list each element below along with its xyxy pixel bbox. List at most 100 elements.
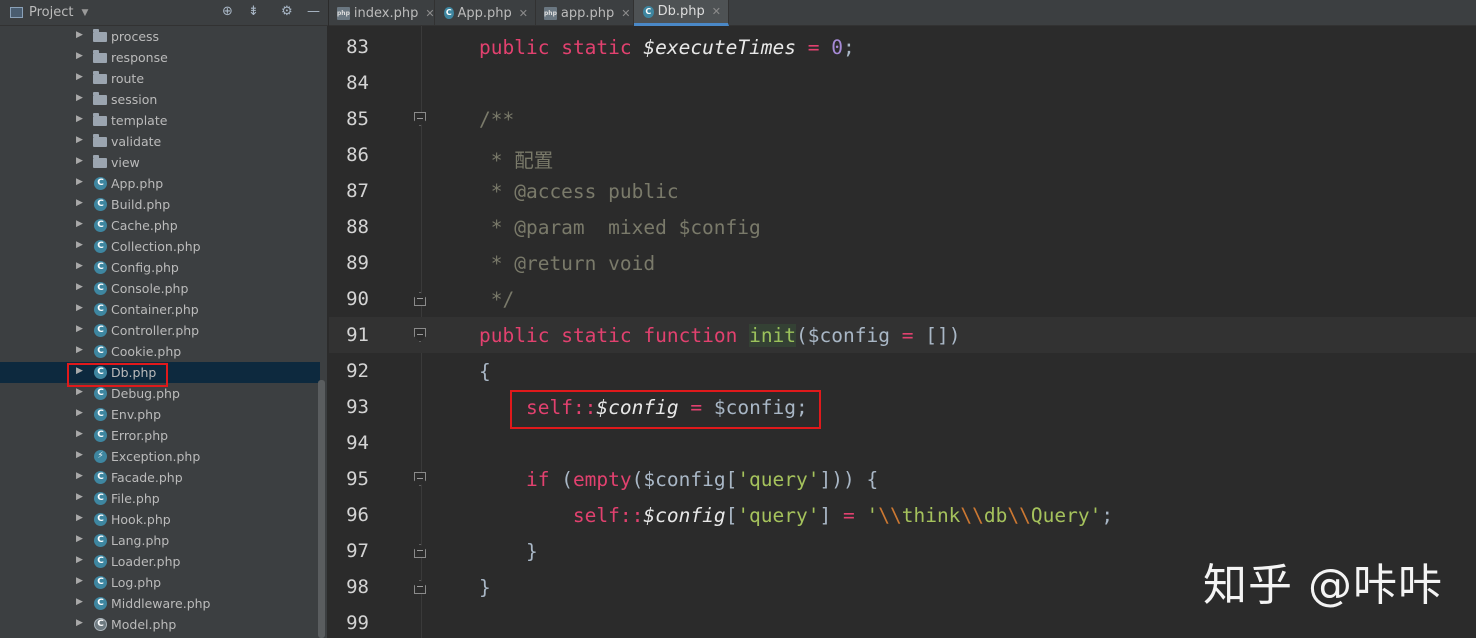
tree-file-item[interactable]: ▶ C File.php — [0, 488, 320, 509]
code-line[interactable]: 86 * 配置 — [329, 137, 1476, 173]
expand-arrow-icon[interactable]: ▶ — [76, 513, 83, 523]
tree-item-label: Exception.php — [111, 449, 201, 464]
expand-arrow-icon[interactable]: ▶ — [76, 198, 83, 208]
tree-folder-item[interactable]: ▶ validate — [0, 131, 320, 152]
code-line[interactable]: 95 if (empty($config['query'])) { — [329, 461, 1476, 497]
line-number: 89 — [346, 252, 369, 274]
tree-folder-item[interactable]: ▶ process — [0, 26, 320, 47]
expand-arrow-icon[interactable]: ▶ — [76, 324, 83, 334]
tree-file-item[interactable]: ▶ C Controller.php — [0, 320, 320, 341]
expand-arrow-icon[interactable]: ▶ — [76, 366, 83, 376]
expand-arrow-icon[interactable]: ▶ — [76, 597, 83, 607]
code-line[interactable]: 92 { — [329, 353, 1476, 389]
expand-arrow-icon[interactable]: ▶ — [76, 618, 83, 628]
tree-file-item[interactable]: ▶ C Container.php — [0, 299, 320, 320]
expand-arrow-icon[interactable]: ▶ — [76, 93, 83, 103]
tree-file-item[interactable]: ▶ C App.php — [0, 173, 320, 194]
expand-arrow-icon[interactable]: ▶ — [76, 30, 83, 40]
expand-arrow-icon[interactable]: ▶ — [76, 240, 83, 250]
line-number: 92 — [346, 360, 369, 382]
tree-file-item[interactable]: ▶ C Build.php — [0, 194, 320, 215]
code-line[interactable]: 94 — [329, 425, 1476, 461]
code-line[interactable]: 93 self::$config = $config; — [329, 389, 1476, 425]
tree-file-item[interactable]: ▶ C Collection.php — [0, 236, 320, 257]
code-text: } — [479, 576, 491, 599]
expand-arrow-icon[interactable]: ▶ — [76, 387, 83, 397]
tree-file-item[interactable]: ▶ C Debug.php — [0, 383, 320, 404]
collapse-icon[interactable]: ⇟ — [248, 4, 259, 19]
code-line[interactable]: 89 * @return void — [329, 245, 1476, 281]
editor-tab[interactable]: C App.php ✕ — [435, 0, 536, 26]
code-text: if (empty($config['query'])) { — [525, 468, 879, 491]
tree-folder-item[interactable]: ▶ route — [0, 68, 320, 89]
tree-file-item[interactable]: ▶ C Facade.php — [0, 467, 320, 488]
tree-folder-item[interactable]: ▶ session — [0, 89, 320, 110]
expand-arrow-icon[interactable]: ▶ — [76, 429, 83, 439]
tree-file-item[interactable]: ▶ C Middleware.php — [0, 593, 320, 614]
tree-file-item[interactable]: ▶ C Config.php — [0, 257, 320, 278]
expand-arrow-icon[interactable]: ▶ — [76, 450, 83, 460]
project-title: Project — [29, 5, 74, 20]
tree-file-item[interactable]: ▶ C Db.php — [0, 362, 320, 383]
code-line[interactable]: 96 self::$config['query'] = '\\think\\db… — [329, 497, 1476, 533]
code-line[interactable]: 90 */ — [329, 281, 1476, 317]
code-line[interactable]: 84 — [329, 65, 1476, 101]
project-view-selector[interactable]: Project ▼ — [10, 5, 88, 20]
tree-item-label: view — [111, 155, 140, 170]
minimize-icon[interactable]: — — [307, 4, 320, 19]
target-icon[interactable]: ⊕ — [222, 4, 233, 19]
expand-arrow-icon[interactable]: ▶ — [76, 492, 83, 502]
tree-file-item[interactable]: ▶ C Log.php — [0, 572, 320, 593]
editor-tab[interactable]: php app.php ✕ — [536, 0, 634, 26]
expand-arrow-icon[interactable]: ▶ — [76, 345, 83, 355]
expand-arrow-icon[interactable]: ▶ — [76, 72, 83, 82]
close-icon[interactable]: ✕ — [519, 7, 528, 20]
tree-file-item[interactable]: ▶ ⚡ Exception.php — [0, 446, 320, 467]
folder-icon — [93, 29, 107, 42]
code-editor[interactable]: 83 public static $executeTimes = 0; 84 85 /*… — [329, 26, 1476, 638]
tree-file-item[interactable]: ▶ C Loader.php — [0, 551, 320, 572]
tree-file-item[interactable]: ▶ C Hook.php — [0, 509, 320, 530]
expand-arrow-icon[interactable]: ▶ — [76, 408, 83, 418]
expand-arrow-icon[interactable]: ▶ — [76, 282, 83, 292]
class-icon: C — [94, 177, 107, 190]
editor-tab[interactable]: php index.php ✕ — [329, 0, 435, 26]
code-line[interactable]: 87 * @access public — [329, 173, 1476, 209]
tree-item-label: Config.php — [111, 260, 179, 275]
code-line[interactable]: 85 /** — [329, 101, 1476, 137]
tree-file-item[interactable]: ▶ C Cache.php — [0, 215, 320, 236]
expand-arrow-icon[interactable]: ▶ — [76, 177, 83, 187]
code-line[interactable]: 88 * @param mixed $config — [329, 209, 1476, 245]
expand-arrow-icon[interactable]: ▶ — [76, 261, 83, 271]
expand-arrow-icon[interactable]: ▶ — [76, 135, 83, 145]
close-icon[interactable]: ✕ — [621, 7, 630, 20]
expand-arrow-icon[interactable]: ▶ — [76, 534, 83, 544]
expand-arrow-icon[interactable]: ▶ — [76, 51, 83, 61]
expand-arrow-icon[interactable]: ▶ — [76, 555, 83, 565]
gear-icon[interactable]: ⚙ — [281, 4, 293, 19]
tree-item-label: validate — [111, 134, 162, 149]
tree-item-label: Cache.php — [111, 218, 178, 233]
close-icon[interactable]: ✕ — [425, 7, 434, 20]
tree-folder-item[interactable]: ▶ response — [0, 47, 320, 68]
project-icon — [10, 7, 23, 18]
code-line[interactable]: 83 public static $executeTimes = 0; — [329, 29, 1476, 65]
expand-arrow-icon[interactable]: ▶ — [76, 576, 83, 586]
sidebar-scrollbar[interactable] — [318, 380, 325, 638]
tree-folder-item[interactable]: ▶ view — [0, 152, 320, 173]
tree-file-item[interactable]: ▶ C Model.php — [0, 614, 320, 635]
expand-arrow-icon[interactable]: ▶ — [76, 114, 83, 124]
expand-arrow-icon[interactable]: ▶ — [76, 303, 83, 313]
tree-file-item[interactable]: ▶ C Env.php — [0, 404, 320, 425]
tree-folder-item[interactable]: ▶ template — [0, 110, 320, 131]
tree-file-item[interactable]: ▶ C Console.php — [0, 278, 320, 299]
close-icon[interactable]: ✕ — [712, 5, 721, 18]
tree-file-item[interactable]: ▶ C Error.php — [0, 425, 320, 446]
code-line[interactable]: 91 public static function init($config = … — [329, 317, 1476, 353]
expand-arrow-icon[interactable]: ▶ — [76, 156, 83, 166]
tree-file-item[interactable]: ▶ C Lang.php — [0, 530, 320, 551]
tree-file-item[interactable]: ▶ C Cookie.php — [0, 341, 320, 362]
editor-tab[interactable]: C Db.php ✕ — [634, 0, 729, 26]
expand-arrow-icon[interactable]: ▶ — [76, 471, 83, 481]
expand-arrow-icon[interactable]: ▶ — [76, 219, 83, 229]
